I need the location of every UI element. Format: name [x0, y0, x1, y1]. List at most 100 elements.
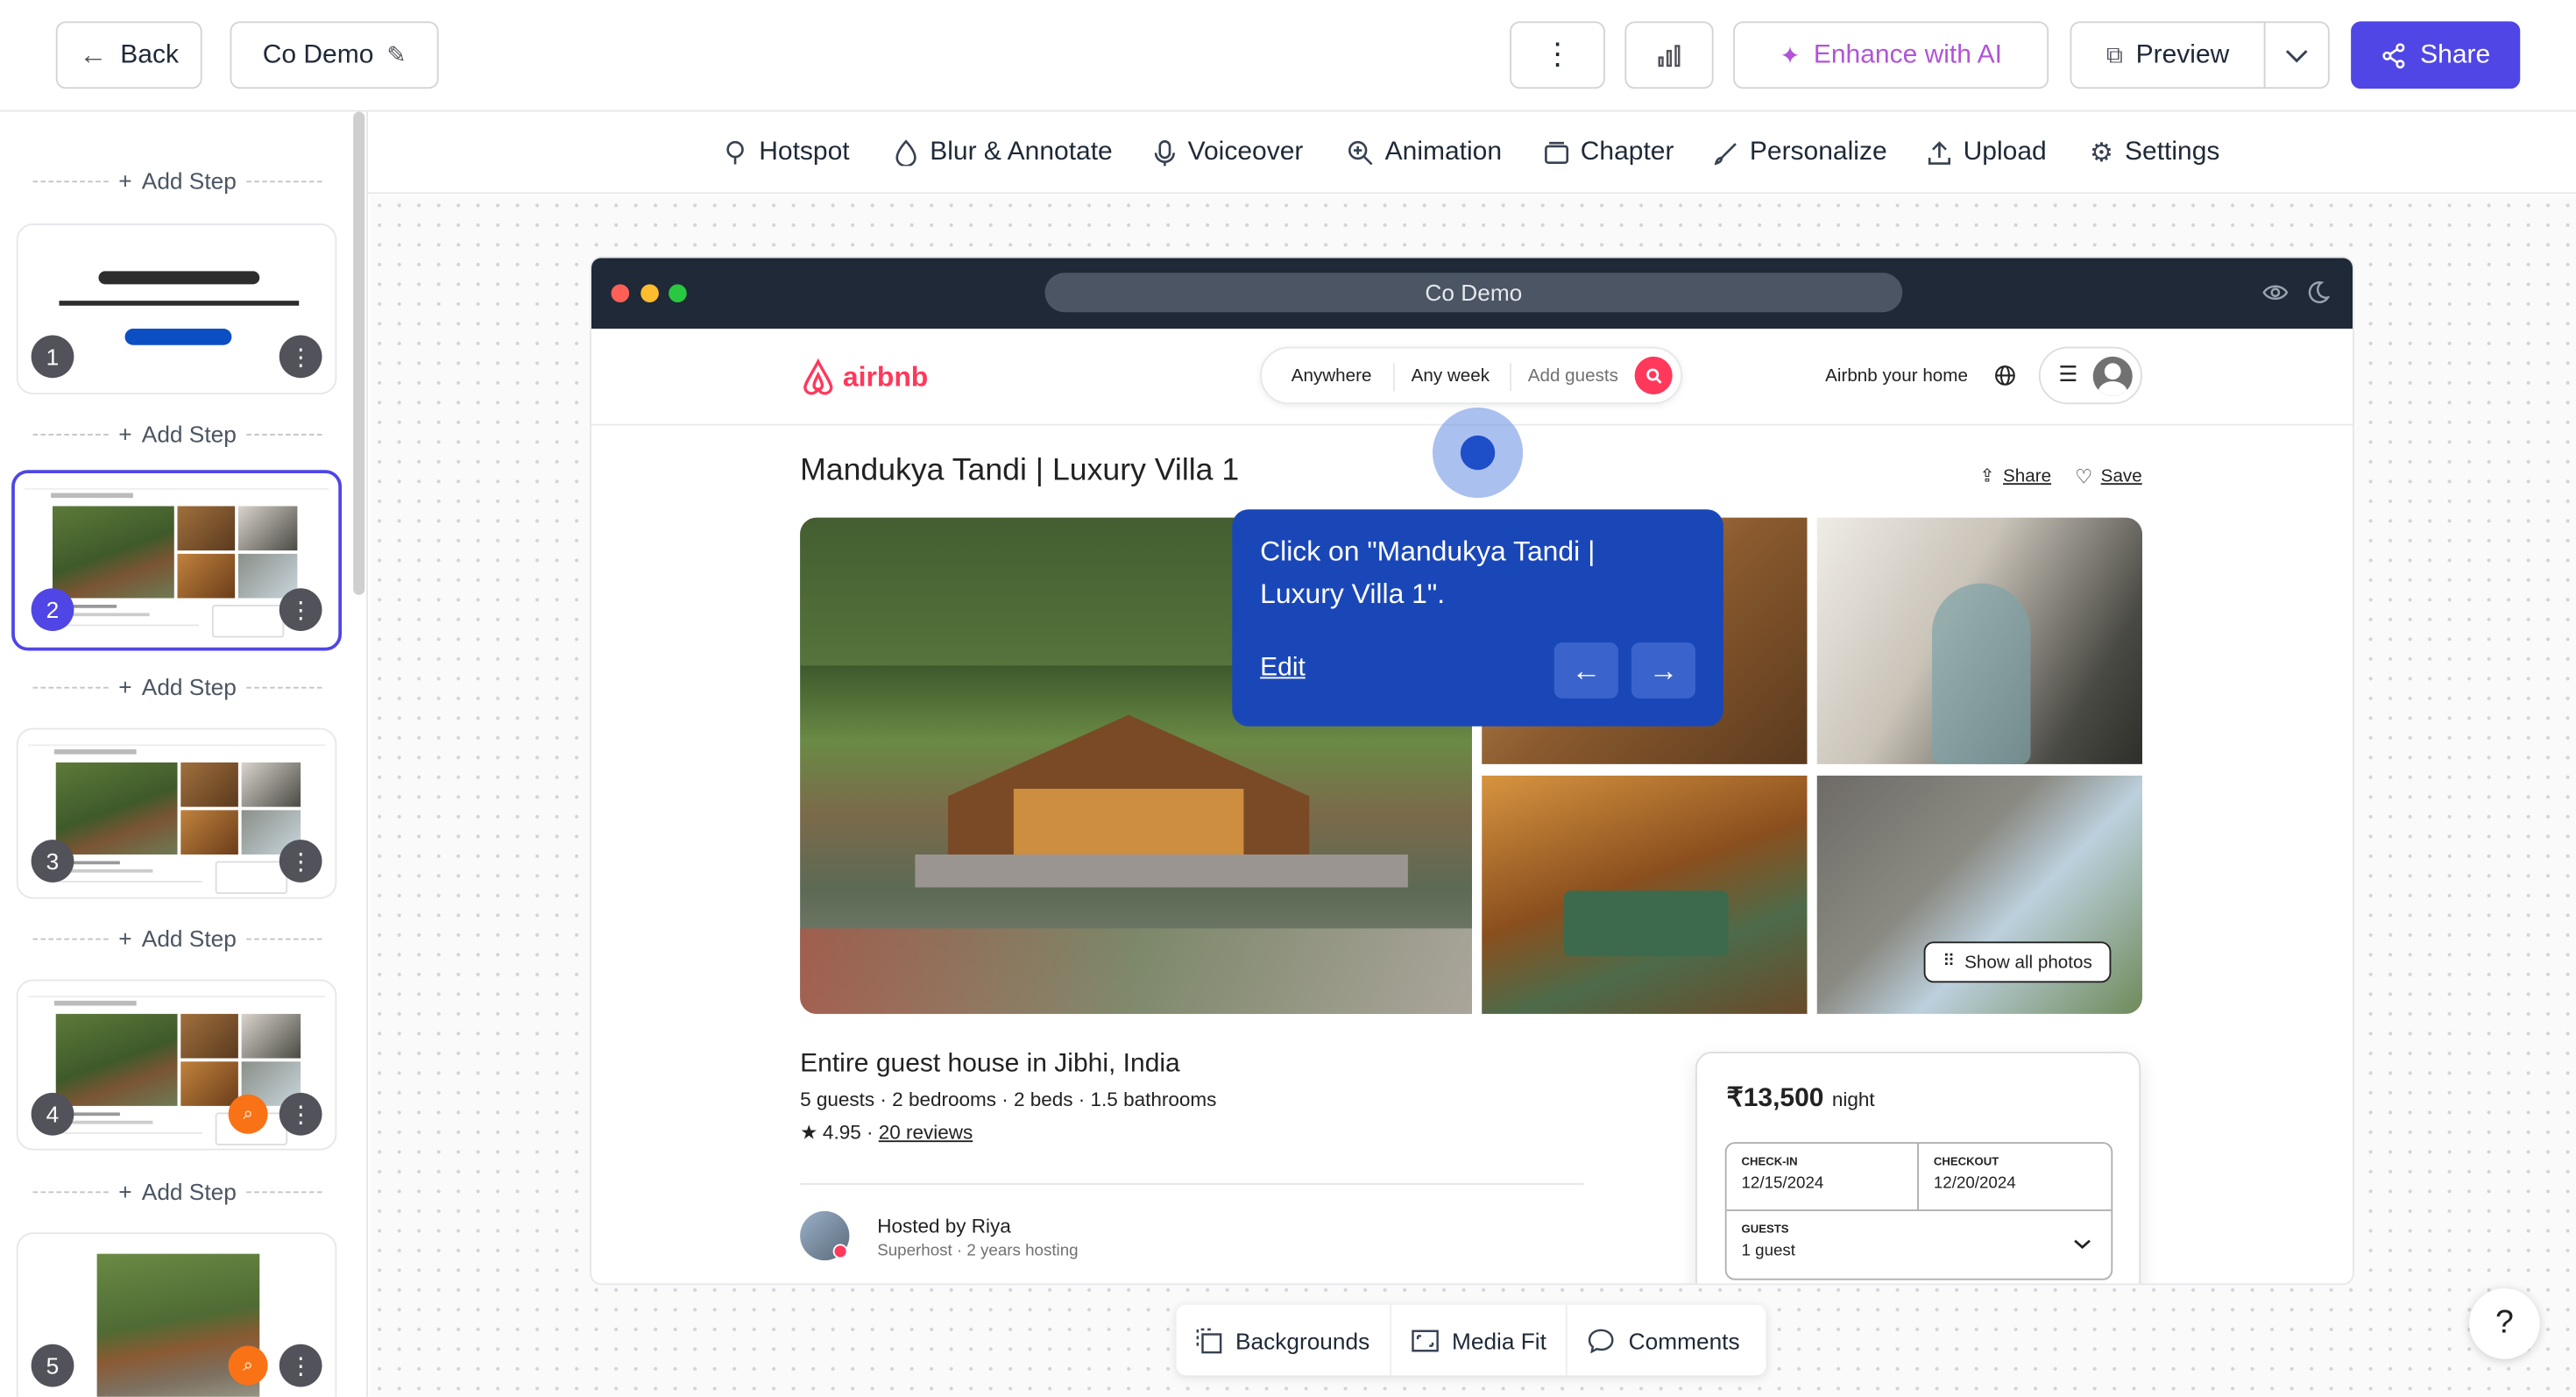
- demo-title-button[interactable]: Co Demo ✎: [230, 21, 439, 89]
- plus-icon: +: [118, 421, 132, 447]
- photo-3[interactable]: [1816, 517, 2142, 764]
- airbnb-your-home-link[interactable]: Airbnb your home: [1825, 366, 1968, 386]
- back-label: Back: [120, 39, 179, 68]
- backgrounds-button[interactable]: Backgrounds: [1177, 1304, 1391, 1376]
- canvas-bottom-bar: Backgrounds Media Fit Comments: [1176, 1304, 1766, 1376]
- step-menu-icon[interactable]: ⋮: [279, 840, 322, 883]
- media-fit-button[interactable]: Media Fit: [1391, 1304, 1568, 1376]
- reviews-link[interactable]: 20 reviews: [879, 1121, 973, 1144]
- enhance-label: Enhance with AI: [1813, 39, 2002, 68]
- listing-share-button[interactable]: ⇪ Share: [1979, 465, 2051, 486]
- comment-icon: [1589, 1328, 1615, 1353]
- comments-button[interactable]: Comments: [1568, 1305, 1759, 1376]
- media-fit-icon: [1411, 1329, 1439, 1351]
- share-button[interactable]: Share: [2351, 21, 2521, 89]
- tooltip-prev-button[interactable]: ←: [1553, 642, 1618, 698]
- airbnb-logo[interactable]: airbnb: [800, 358, 928, 398]
- upload-icon: [1928, 141, 1950, 165]
- browser-url-title: Co Demo: [1044, 273, 1903, 313]
- toolbar-label: Animation: [1384, 138, 1503, 167]
- rating-separator: ·: [860, 1120, 879, 1144]
- checkout-field[interactable]: CHECKOUT 12/20/2024: [1919, 1144, 2112, 1211]
- listing-share-label: Share: [2003, 465, 2052, 486]
- preview-button[interactable]: ⧉ Preview: [2070, 21, 2266, 89]
- guests-field[interactable]: GUESTS 1 guest: [1727, 1211, 2112, 1279]
- share-label: Share: [2420, 39, 2491, 68]
- heart-icon: ♡: [2075, 464, 2093, 488]
- toolbar-label: Settings: [2125, 138, 2220, 167]
- step-menu-icon[interactable]: ⋮: [279, 588, 322, 631]
- hamburger-icon: ☰: [2058, 361, 2078, 386]
- superhost-badge-icon: [832, 1244, 848, 1259]
- avatar: [2092, 356, 2133, 396]
- step-number: 3: [31, 840, 74, 883]
- tooltip-edit-link[interactable]: Edit: [1260, 654, 1306, 684]
- backgrounds-label: Backgrounds: [1235, 1327, 1370, 1354]
- microphone-icon: [1154, 139, 1175, 166]
- chevron-down-icon: [2074, 1239, 2091, 1250]
- hotspot-pulse[interactable]: [1433, 408, 1524, 499]
- sidebar-scrollbar[interactable]: [353, 111, 365, 595]
- hotspot-icon: [726, 140, 744, 165]
- toolbar-upload[interactable]: Upload: [1927, 112, 2047, 195]
- rating-value: 4.95: [822, 1120, 861, 1144]
- moon-icon[interactable]: [2307, 281, 2330, 304]
- toolbar-personalize[interactable]: Personalize: [1714, 112, 1887, 195]
- search-add-guests[interactable]: Add guests: [1528, 366, 1618, 386]
- toolbar-chapter[interactable]: Chapter: [1545, 112, 1674, 195]
- toolbar-label: Upload: [1963, 138, 2047, 167]
- grid-icon: ⠿: [1943, 953, 1955, 972]
- step-menu-icon[interactable]: ⋮: [279, 335, 322, 379]
- step-menu-icon[interactable]: ⋮: [279, 1344, 322, 1387]
- star-icon: ★: [800, 1120, 818, 1144]
- listing-save-button[interactable]: ♡ Save: [2075, 465, 2142, 488]
- enhance-ai-button[interactable]: ✦ Enhance with AI: [1733, 21, 2049, 89]
- add-step-button[interactable]: + Add Step: [32, 922, 322, 955]
- preview-dropdown-button[interactable]: [2263, 21, 2330, 89]
- toolbar-blur-annotate[interactable]: Blur & Annotate: [894, 112, 1113, 195]
- help-button[interactable]: ?: [2469, 1288, 2540, 1359]
- step-menu-icon[interactable]: ⋮: [279, 1092, 322, 1136]
- show-all-photos-button[interactable]: ⠿ Show all photos: [1923, 941, 2112, 983]
- add-step-button[interactable]: + Add Step: [32, 165, 322, 198]
- listing-title[interactable]: Mandukya Tandi | Luxury Villa 1: [800, 454, 1239, 490]
- plus-icon: +: [118, 673, 132, 700]
- add-step-button[interactable]: + Add Step: [32, 417, 322, 450]
- toolbar-animation[interactable]: Animation: [1348, 112, 1503, 195]
- add-step-label: Add Step: [141, 673, 237, 700]
- add-step-label: Add Step: [141, 167, 237, 195]
- toolbar-voiceover[interactable]: Voiceover: [1153, 112, 1303, 195]
- arrow-left-icon: ←: [79, 39, 108, 70]
- search-submit-button[interactable]: [1634, 356, 1673, 394]
- guests-value: 1 guest: [1741, 1242, 1796, 1261]
- plus-icon: +: [118, 167, 132, 195]
- sparkle-icon: ✦: [1780, 41, 1801, 70]
- help-icon: ?: [2495, 1304, 2514, 1341]
- analytics-button[interactable]: [1624, 21, 1714, 89]
- toolbar-label: Voiceover: [1187, 138, 1304, 167]
- checkin-field[interactable]: CHECK-IN 12/15/2024: [1726, 1144, 1919, 1211]
- show-all-photos-label: Show all photos: [1964, 952, 2092, 973]
- close-dot-icon: [611, 284, 630, 302]
- add-step-button[interactable]: + Add Step: [32, 1175, 322, 1209]
- zoom-animation-icon: ⌕: [228, 1345, 268, 1386]
- thumbnail-line: [59, 301, 300, 306]
- plus-icon: +: [118, 925, 132, 952]
- search-any-week[interactable]: Any week: [1412, 366, 1490, 386]
- more-options-button[interactable]: ⋮: [1510, 21, 1605, 89]
- eye-icon[interactable]: [2262, 283, 2289, 303]
- search-anywhere[interactable]: Anywhere: [1292, 366, 1372, 386]
- add-step-button[interactable]: + Add Step: [32, 670, 322, 704]
- airbnb-search-bar[interactable]: Anywhere Any week Add guests: [1260, 346, 1682, 405]
- globe-icon[interactable]: [1994, 365, 2015, 386]
- toolbar-settings[interactable]: ⚙ Settings: [2090, 112, 2219, 195]
- photo-4[interactable]: [1482, 776, 1808, 1014]
- booking-fields: CHECK-IN 12/15/2024 CHECKOUT 12/20/2024 …: [1724, 1142, 2113, 1280]
- plus-icon: +: [118, 1178, 132, 1205]
- user-menu-button[interactable]: ☰: [2038, 346, 2142, 405]
- hotspot-dot[interactable]: [1460, 435, 1496, 471]
- tooltip-next-button[interactable]: →: [1631, 642, 1695, 698]
- back-button[interactable]: ← Back: [55, 21, 202, 89]
- guests-label: GUESTS: [1741, 1223, 1789, 1236]
- toolbar-hotspot[interactable]: Hotspot: [723, 112, 850, 195]
